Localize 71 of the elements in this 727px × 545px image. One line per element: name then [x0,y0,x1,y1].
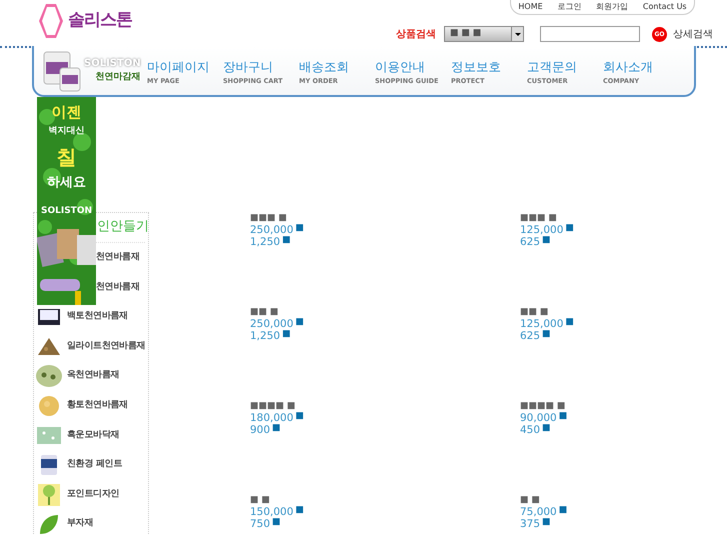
category-link[interactable]: 일라이트천연바름재 [34,332,148,362]
product-name[interactable]: ■ ■ [520,494,720,506]
unit-text: ■ [282,330,291,339]
price-text: 250,000 [250,224,294,236]
unit-text: ■ [542,424,551,433]
unit-text: ■ [542,330,551,339]
top-link[interactable]: HOME [518,1,543,13]
category-link[interactable]: 옥천연바름재 [34,361,148,391]
product-name[interactable]: ■■■ ■ [250,212,520,224]
unit-text: ■ [542,236,551,245]
product-name[interactable]: ■■ ■ [250,306,520,318]
points-text: 1,250 [250,330,280,342]
price-text: 125,000 [520,318,564,330]
unit-text: ■ [272,424,281,433]
banner-text: SOLISTON [40,205,94,218]
product-name[interactable]: ■■■■ ■ [520,400,720,412]
category-link[interactable]: 부자재 [34,509,148,539]
price-text: 180,000 [250,412,294,424]
product-search-label: 상품검색 [395,28,436,42]
category-link[interactable]: 흑운모바닥재 [34,420,148,450]
logo-text[interactable]: 솔리스톤 [68,8,132,34]
banner-text: 하세요 [46,174,87,192]
points-text: 625 [520,330,540,342]
points-text: 1,250 [250,236,280,248]
category-select[interactable]: ■ ■ ■ [444,26,524,42]
unit-text: ■ [272,518,281,527]
unit-text: ■ [295,412,304,421]
category-link[interactable]: 백토천연바름재 [34,302,148,332]
product-name[interactable]: ■■■ ■ [520,212,720,224]
points-text: 750 [250,518,270,530]
product-name[interactable]: ■■ ■ [520,306,720,318]
points-text: 375 [520,518,540,530]
category-link[interactable]: 천연바름재 [96,272,148,302]
top-link[interactable]: Contact Us [642,1,687,13]
advanced-search-link[interactable]: 상세검색 [673,26,713,42]
banner-text: 이젠 [50,102,82,123]
brand-name: SOLISTON [84,56,141,72]
unit-text: ■ [558,506,568,515]
top-link[interactable]: 회원가입 [596,1,628,13]
price-text: 90,000 [520,412,557,424]
unit-text: ■ [565,224,574,233]
banner-text: 벽지대신 [48,125,86,138]
unit-text: ■ [282,236,291,245]
top-link[interactable]: 로그인 [557,1,582,13]
price-text: 75,000 [520,506,557,518]
points-text: 625 [520,236,540,248]
category-link[interactable]: 친환경 페인트 [34,450,148,480]
search-field[interactable] [540,26,640,42]
product-name[interactable]: ■■■■ ■ [250,400,520,412]
banner-text: 칠 [56,144,78,171]
category-icon [36,364,62,388]
price-text: 250,000 [250,318,294,330]
brand-tagline: 천연마감재 [96,71,141,84]
category-link[interactable]: 황토천연바름재 [34,390,148,421]
logo-icon [38,3,64,39]
unit-text: ■ [565,318,574,327]
unit-text: ■ [295,506,304,515]
category-icon [36,482,62,507]
category-link[interactable]: 천연바름재 [96,243,148,273]
category-icon [36,394,62,418]
product-name[interactable]: ■ ■ [250,494,520,506]
unit-text: ■ [558,412,568,421]
paint-cans-icon [42,50,82,92]
unit-text: ■ [295,224,304,233]
unit-text: ■ [295,318,304,327]
points-text: 900 [250,424,270,436]
unit-text: ■ [542,518,551,527]
price-text: 150,000 [250,506,294,518]
price-text: 125,000 [520,224,564,236]
category-link[interactable]: 포인트디자인 [34,480,148,510]
points-text: 450 [520,424,540,436]
